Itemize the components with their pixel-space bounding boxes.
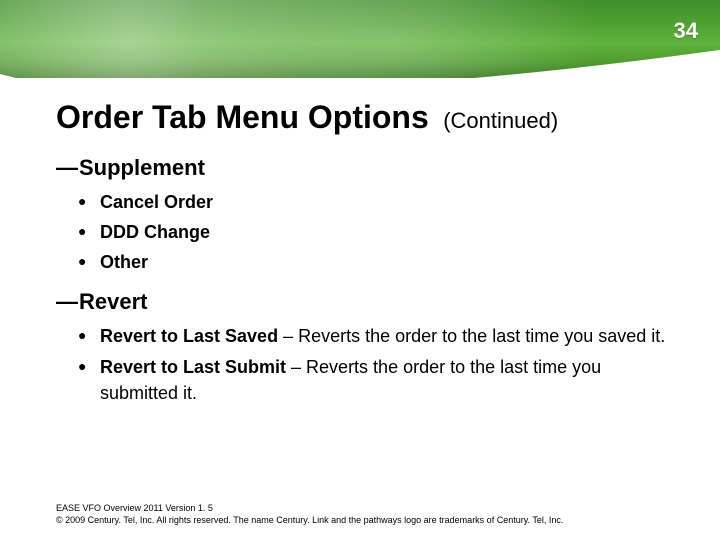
heading-text: Supplement bbox=[79, 155, 205, 180]
item-label: Revert to Last Saved bbox=[100, 326, 278, 346]
slide-content: Order Tab Menu Options (Continued) —Supp… bbox=[56, 100, 680, 410]
emdash-icon: — bbox=[56, 155, 77, 180]
heading-text: Revert bbox=[79, 289, 147, 314]
item-label: Other bbox=[100, 252, 148, 272]
header-band bbox=[0, 0, 720, 78]
title-continued: (Continued) bbox=[443, 108, 558, 133]
title-main: Order Tab Menu Options bbox=[56, 99, 429, 135]
list-item: Revert to Last Saved – Reverts the order… bbox=[100, 323, 680, 349]
section-heading-revert: —Revert bbox=[56, 289, 680, 315]
section-heading-supplement: —Supplement bbox=[56, 155, 680, 181]
footer-line-2: © 2009 Century. Tel, Inc. All rights res… bbox=[56, 514, 680, 526]
item-desc: – Reverts the order to the last time you… bbox=[278, 326, 665, 346]
list-item: Revert to Last Submit – Reverts the orde… bbox=[100, 354, 680, 406]
revert-list: Revert to Last Saved – Reverts the order… bbox=[56, 323, 680, 405]
footer: EASE VFO Overview 2011 Version 1. 5 © 20… bbox=[56, 502, 680, 526]
list-item: Cancel Order bbox=[100, 189, 680, 215]
item-label: Revert to Last Submit bbox=[100, 357, 286, 377]
list-item: DDD Change bbox=[100, 219, 680, 245]
item-label: DDD Change bbox=[100, 222, 210, 242]
emdash-icon: — bbox=[56, 289, 77, 314]
item-label: Cancel Order bbox=[100, 192, 213, 212]
slide-title: Order Tab Menu Options (Continued) bbox=[56, 100, 680, 135]
list-item: Other bbox=[100, 249, 680, 275]
footer-line-1: EASE VFO Overview 2011 Version 1. 5 bbox=[56, 502, 680, 514]
supplement-list: Cancel Order DDD Change Other bbox=[56, 189, 680, 275]
page-number: 34 bbox=[674, 18, 698, 44]
